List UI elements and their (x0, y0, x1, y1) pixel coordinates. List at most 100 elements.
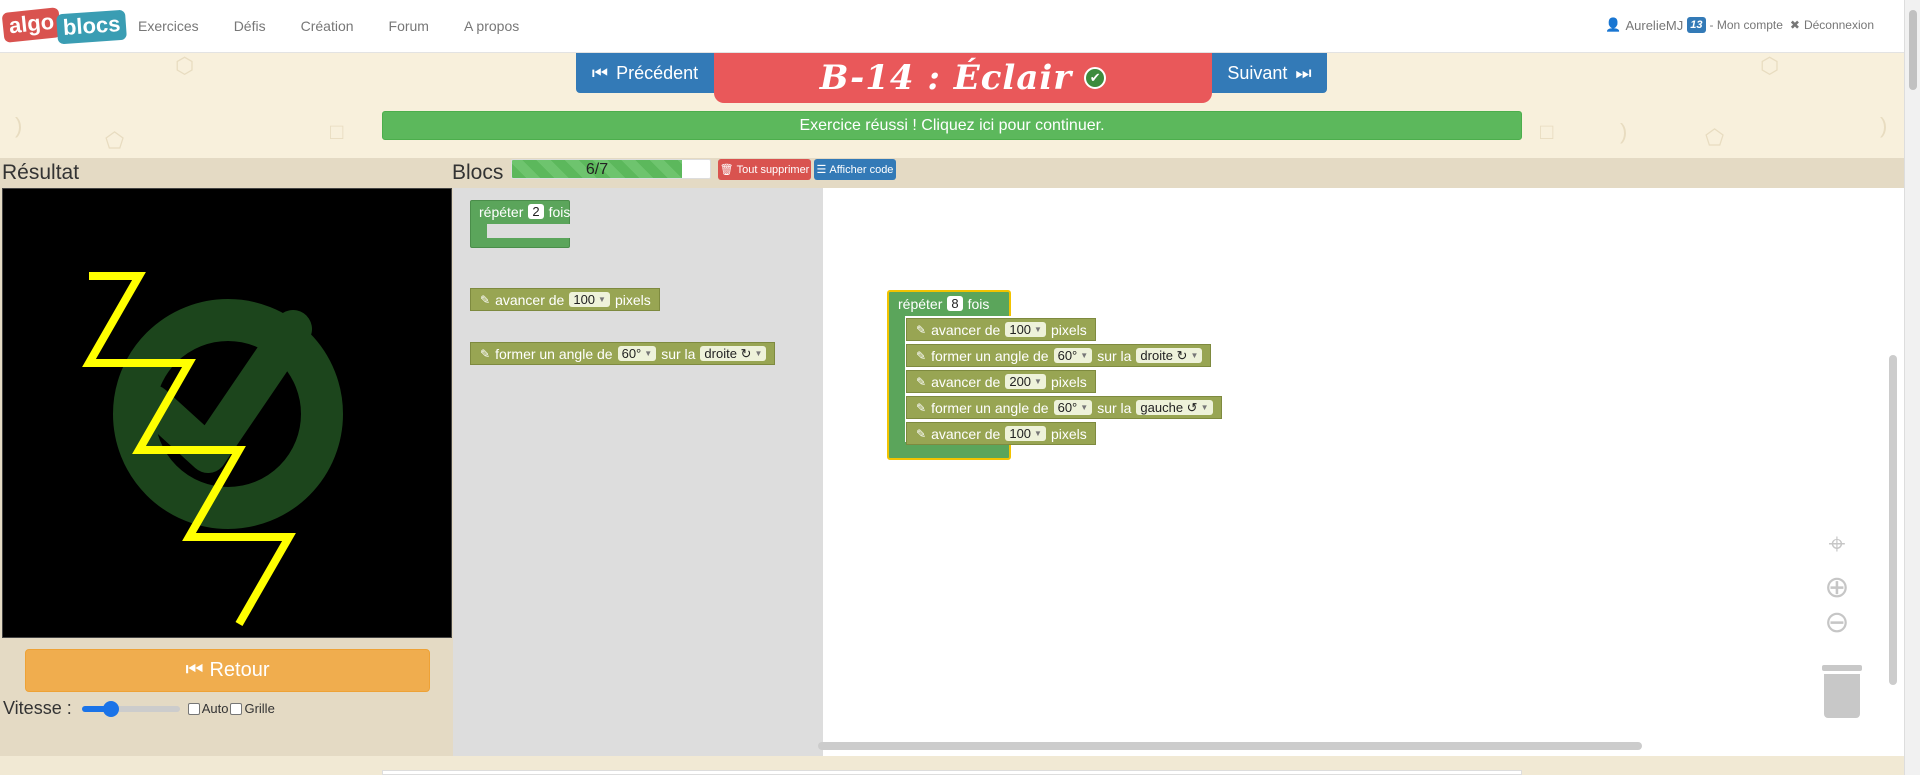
turn-angle: 60° (621, 346, 642, 361)
pattern-hexagon-icon: ⬡ (175, 53, 195, 78)
step-suffix: pixels (1050, 321, 1087, 338)
navbar: algo blocs Exercices Défis Création Foru… (0, 0, 1904, 53)
success-banner[interactable]: Exercice réussi ! Cliquez ici pour conti… (382, 111, 1522, 140)
step-direction-dropdown[interactable]: gauche ↺ ▼ (1136, 400, 1213, 415)
pencil-icon: ✎ (916, 426, 927, 441)
grid-option[interactable]: Grille (230, 701, 275, 716)
chevron-down-icon: ▼ (1190, 351, 1199, 360)
step-backward-icon: ⏮ (591, 62, 609, 83)
next-button[interactable]: Suivant ⏭ (1212, 53, 1327, 93)
result-heading: Résultat (2, 161, 80, 184)
turtle-drawing (82, 272, 343, 626)
nav-defis[interactable]: Défis (234, 18, 266, 34)
main-nav: Exercices Défis Création Forum A propos (138, 18, 554, 34)
crosshair-icon[interactable]: ⌖ (1821, 530, 1853, 562)
toolbox-turn-block[interactable]: ✎ former un angle de 60° ▼ sur la droite … (470, 342, 776, 365)
step-value-dropdown[interactable]: 200 ▼ (1005, 374, 1046, 389)
chevron-down-icon: ▼ (754, 349, 763, 358)
zoom-out-icon[interactable]: ⊖ (1821, 608, 1853, 640)
turn-direction-dropdown[interactable]: droite ↻ ▼ (700, 346, 767, 361)
chevron-down-icon: ▼ (1034, 325, 1042, 334)
speed-slider[interactable] (81, 700, 180, 717)
workspace-horizontal-scrollbar[interactable] (818, 742, 1642, 750)
page-scrollbar-thumb[interactable] (1909, 10, 1917, 90)
step-direction-dropdown[interactable]: droite ↻ ▼ (1136, 348, 1203, 363)
speed-slider-handle[interactable] (103, 700, 120, 717)
turn-angle-dropdown[interactable]: 60° ▼ (617, 346, 657, 361)
speed-label: Vitesse : (3, 698, 72, 718)
workspace-vertical-scrollbar[interactable] (1889, 355, 1897, 685)
block-workspace[interactable]: répéter 8 fois ✎ avancer de 100 ▼ pixels … (823, 188, 1904, 756)
nav-exercices[interactable]: Exercices (138, 18, 199, 34)
section-header-strip (0, 158, 1904, 188)
progress-text: 6/7 (585, 161, 609, 178)
logout-link[interactable]: Déconnexion (1804, 18, 1874, 32)
pattern-hexagon-icon: ⬡ (1760, 53, 1780, 78)
retour-button[interactable]: ⏮ Retour (25, 649, 430, 692)
user-level-badge: 13 (1687, 17, 1706, 33)
program-step-turn[interactable]: ✎ former un angle de 60° ▼ sur la gauche … (906, 396, 1222, 419)
footer-strip (0, 756, 1904, 775)
repeat-prefix: répéter (898, 295, 943, 312)
toolbox-forward-block[interactable]: ✎ avancer de 100 ▼ pixels (470, 288, 660, 311)
step-direction: gauche ↺ (1140, 400, 1198, 415)
pencil-icon: ✎ (916, 400, 927, 415)
turn-prefix: former un angle de (495, 345, 613, 362)
account-link[interactable]: - Mon compte (1710, 18, 1783, 32)
trash-body (1824, 674, 1860, 718)
toolbox-repeat-header[interactable]: répéter 2 fois (470, 200, 578, 223)
blocks-heading: Blocs (452, 161, 504, 184)
step-prefix: former un angle de (931, 347, 1049, 364)
pattern-pentagon-icon: ⬠ (105, 128, 125, 153)
logo-part-algo: algo (1, 7, 62, 43)
step-value-dropdown[interactable]: 100 ▼ (1005, 322, 1046, 337)
retour-label: Retour (209, 659, 270, 681)
pattern-square-icon: □ (1540, 119, 1554, 144)
show-code-button[interactable]: ☰ Afficher code (814, 159, 896, 180)
user-name[interactable]: AurelieMJ (1625, 18, 1683, 33)
auto-checkbox[interactable] (187, 702, 200, 715)
fast-backward-icon: ⏮ (185, 659, 204, 681)
repeat-suffix: fois (967, 295, 990, 312)
program-step-forward[interactable]: ✎ avancer de 100 ▼ pixels (906, 422, 1096, 445)
site-logo[interactable]: algo blocs (1, 6, 128, 48)
program-step-forward[interactable]: ✎ avancer de 100 ▼ pixels (906, 318, 1096, 341)
step-direction: droite ↻ (1140, 348, 1188, 363)
grid-label: Grille (244, 701, 275, 716)
pattern-square-icon: □ (330, 119, 344, 144)
page-scrollbar[interactable] (1904, 0, 1920, 775)
program-repeat-header[interactable]: répéter 8 fois (889, 292, 997, 315)
step-prefix: former un angle de (931, 399, 1049, 416)
block-toolbox: répéter 2 fois ✎ avancer de 100 ▼ pixels … (453, 188, 823, 756)
nav-forum[interactable]: Forum (389, 18, 429, 34)
pattern-bracket-icon: ) (15, 113, 23, 138)
step-angle-dropdown[interactable]: 60° ▼ (1053, 348, 1093, 363)
chevron-down-icon: ▼ (598, 295, 606, 304)
auto-label: Auto (201, 701, 229, 716)
pattern-bracket-icon: ) (1620, 119, 1628, 144)
previous-button[interactable]: ⏮ Précédent (576, 53, 714, 93)
step-value: 200 (1009, 374, 1032, 389)
pencil-icon: ✎ (916, 348, 927, 363)
repeat-prefix: répéter (479, 203, 524, 220)
chevron-down-icon: ▼ (1034, 377, 1042, 386)
user-icon: 👤 (1605, 17, 1622, 32)
trash-icon[interactable] (1822, 665, 1862, 720)
nav-a-propos[interactable]: A propos (464, 18, 519, 34)
auto-option[interactable]: Auto (187, 701, 229, 716)
zoom-in-icon[interactable]: ⊕ (1821, 573, 1853, 605)
chevron-down-icon: ▼ (1080, 351, 1089, 360)
nav-creation[interactable]: Création (301, 18, 354, 34)
forward-value-dropdown[interactable]: 100 ▼ (569, 292, 610, 307)
exercise-title: B-14 : Éclair (819, 58, 1073, 98)
step-value-dropdown[interactable]: 100 ▼ (1005, 426, 1046, 441)
program-step-turn[interactable]: ✎ former un angle de 60° ▼ sur la droite … (906, 344, 1212, 367)
program-step-forward[interactable]: ✎ avancer de 200 ▼ pixels (906, 370, 1096, 393)
speed-controls: Vitesse : Auto Grille (3, 698, 275, 719)
delete-all-button[interactable]: 🗑 Tout supprimer (718, 159, 811, 180)
repeat-count-field[interactable]: 8 (947, 296, 963, 311)
grid-checkbox[interactable] (230, 702, 243, 715)
step-angle-dropdown[interactable]: 60° ▼ (1053, 400, 1093, 415)
repeat-count-field[interactable]: 2 (528, 204, 544, 219)
step-suffix: pixels (1050, 425, 1087, 442)
